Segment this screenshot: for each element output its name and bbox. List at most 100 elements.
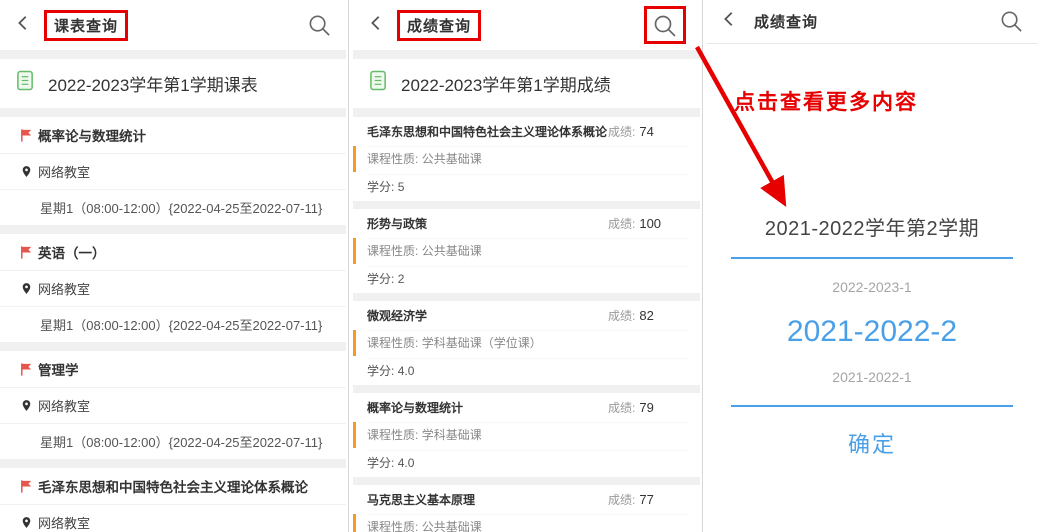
grade-score: 成绩:74 <box>608 123 688 140</box>
grade-score: 成绩:82 <box>608 307 688 324</box>
credit-value: 5 <box>398 180 405 194</box>
grade-course-name: 形势与政策 <box>367 215 608 232</box>
nature-value: 公共基础课 <box>422 152 482 166</box>
grade-nature-row: 课程性质: 学科基础课（学位课） <box>367 330 688 353</box>
grade-item[interactable]: 概率论与数理统计 成绩:79 课程性质: 学科基础课 学分: 4.0 <box>353 393 700 485</box>
course-location: 网络教室 <box>38 513 90 532</box>
grades-header: 成绩查询 <box>353 0 700 50</box>
grade-credit-row: 学分: 2 <box>367 266 688 287</box>
schedule-header: 课表查询 <box>0 0 346 50</box>
course-time-row: 星期1（08:00-12:00）{2022-04-25至2022-07-11} <box>0 423 346 459</box>
nature-value: 公共基础课 <box>422 244 482 258</box>
grade-name-row: 形势与政策 成绩: 100 <box>367 215 688 232</box>
picker-bottom-rule <box>731 405 1013 407</box>
course-name: 英语（一） <box>38 242 106 262</box>
course-location: 网络教室 <box>38 396 90 415</box>
nature-label: 课程性质: <box>367 152 418 166</box>
panel-divider <box>348 0 349 532</box>
back-icon[interactable] <box>14 14 32 37</box>
course-time-row: 星期1（08:00-12:00）{2022-04-25至2022-07-11} <box>0 306 346 342</box>
course-location-row: 网络教室 <box>0 270 346 306</box>
grade-item[interactable]: 形势与政策 成绩: 100 课程性质: 公共基础课 学分: 2 <box>353 209 700 301</box>
annotation-tip-text: 点击查看更多内容 <box>734 86 918 116</box>
course-location-row: 网络教室 <box>0 153 346 189</box>
schedule-semester-title: 2022-2023学年第1学期课表 <box>48 71 258 96</box>
course-time: 星期1（08:00-12:00）{2022-04-25至2022-07-11} <box>40 198 322 217</box>
grade-score: 成绩:77 <box>608 491 688 508</box>
nature-label: 课程性质: <box>367 520 418 532</box>
picker-option[interactable]: 2022-2023-1 <box>706 279 1038 295</box>
course-name-row: 管理学 <box>0 351 346 387</box>
grade-score: 成绩:79 <box>608 399 688 416</box>
grade-item[interactable]: 毛泽东思想和中国特色社会主义理论体系概论 成绩:74 课程性质: 公共基础课 学… <box>353 117 700 209</box>
panel-semester-picker: 成绩查询 点击查看更多内容 2021-2022学年第2学期 2022-2023-… <box>706 0 1038 532</box>
picker-option[interactable]: 2021-2022-2 <box>706 315 1038 349</box>
separator-band <box>353 108 700 117</box>
back-icon[interactable] <box>720 10 738 33</box>
credit-value: 2 <box>398 272 405 286</box>
grade-course-name: 马克思主义基本原理 <box>367 491 608 508</box>
course-time: 星期1（08:00-12:00）{2022-04-25至2022-07-11} <box>40 432 322 451</box>
flag-icon <box>14 362 38 377</box>
course-location: 网络教室 <box>38 162 90 181</box>
separator-band <box>0 50 346 59</box>
picker-option[interactable]: 2021-2022-1 <box>706 369 1038 385</box>
course-item[interactable]: 英语（一） 网络教室 星期1（08:00-12:00）{2022-04-25至2… <box>0 234 346 351</box>
nature-label: 课程性质: <box>367 336 418 350</box>
credit-value: 4.0 <box>398 364 415 378</box>
location-pin-icon <box>14 164 38 179</box>
course-location: 网络教室 <box>38 279 90 298</box>
course-item[interactable]: 管理学 网络教室 星期1（08:00-12:00）{2022-04-25至202… <box>0 351 346 468</box>
course-time: 星期1（08:00-12:00）{2022-04-25至2022-07-11} <box>40 315 322 334</box>
grade-nature-row: 课程性质: 公共基础课 <box>367 146 688 169</box>
credit-label: 学分: <box>367 180 394 194</box>
picker-option-list: 2022-2023-1 2021-2022-2 2021-2022-1 <box>706 279 1038 385</box>
nature-value: 公共基础课 <box>422 520 482 532</box>
course-list: 概率论与数理统计 网络教室 星期1（08:00-12:00）{2022-04-2… <box>0 117 346 532</box>
flag-icon <box>14 479 38 494</box>
separator-band <box>353 50 700 59</box>
score-value: 100 <box>639 216 661 231</box>
back-icon[interactable] <box>367 14 385 37</box>
schedule-semester-row: 2022-2023学年第1学期课表 <box>0 59 346 108</box>
course-item[interactable]: 毛泽东思想和中国特色社会主义理论体系概论 网络教室 星期1（08:00-15:4… <box>0 468 346 532</box>
search-icon[interactable] <box>307 13 332 38</box>
course-name-row: 毛泽东思想和中国特色社会主义理论体系概论 <box>0 468 346 504</box>
location-pin-icon <box>14 515 38 530</box>
credit-label: 学分: <box>367 272 394 286</box>
course-name-row: 英语（一） <box>0 234 346 270</box>
grades-semester-title: 2022-2023学年第1学期成绩 <box>401 71 611 96</box>
search-icon[interactable] <box>644 6 686 44</box>
grade-credit-row: 学分: 4.0 <box>367 450 688 471</box>
picker-selected-title: 2021-2022学年第2学期 <box>706 212 1038 241</box>
nature-value: 学科基础课 <box>422 428 482 442</box>
search-icon[interactable] <box>999 9 1024 34</box>
panel-divider <box>702 0 703 532</box>
score-label: 成绩: <box>608 125 635 139</box>
nature-value: 学科基础课（学位课） <box>422 336 542 350</box>
course-location-row: 网络教室 <box>0 504 346 532</box>
grade-course-name: 毛泽东思想和中国特色社会主义理论体系概论 <box>367 123 608 140</box>
screenshot-stage: 课表查询 2022-2023学年第1学期课表 概率论与数理统计 网络教室 <box>0 0 1038 532</box>
grade-item[interactable]: 微观经济学 成绩:82 课程性质: 学科基础课（学位课） 学分: 4.0 <box>353 301 700 393</box>
course-time-row: 星期1（08:00-12:00）{2022-04-25至2022-07-11} <box>0 189 346 225</box>
course-name: 管理学 <box>38 359 79 379</box>
panel-grade-query: 成绩查询 2022-2023学年第1学期成绩 毛泽东思想和中国特色社会主义理论体… <box>353 0 700 532</box>
separator-band <box>0 108 346 117</box>
credit-label: 学分: <box>367 456 394 470</box>
grade-item[interactable]: 马克思主义基本原理 成绩:77 课程性质: 公共基础课 学分: 3 <box>353 485 700 532</box>
grade-name-row: 马克思主义基本原理 成绩:77 <box>367 491 688 508</box>
score-label: 成绩: <box>608 493 635 507</box>
course-name: 毛泽东思想和中国特色社会主义理论体系概论 <box>38 476 308 496</box>
grades-page-title: 成绩查询 <box>397 10 481 41</box>
grade-list: 毛泽东思想和中国特色社会主义理论体系概论 成绩:74 课程性质: 公共基础课 学… <box>353 117 700 532</box>
score-label: 成绩: <box>608 217 635 231</box>
nature-label: 课程性质: <box>367 244 418 258</box>
confirm-button[interactable]: 确定 <box>706 427 1038 459</box>
flag-icon <box>14 128 38 143</box>
course-location-row: 网络教室 <box>0 387 346 423</box>
picker-top-rule <box>731 257 1013 259</box>
course-item[interactable]: 概率论与数理统计 网络教室 星期1（08:00-12:00）{2022-04-2… <box>0 117 346 234</box>
grades-semester-row: 2022-2023学年第1学期成绩 <box>353 59 700 108</box>
grade-name-row: 毛泽东思想和中国特色社会主义理论体系概论 成绩:74 <box>367 123 688 140</box>
